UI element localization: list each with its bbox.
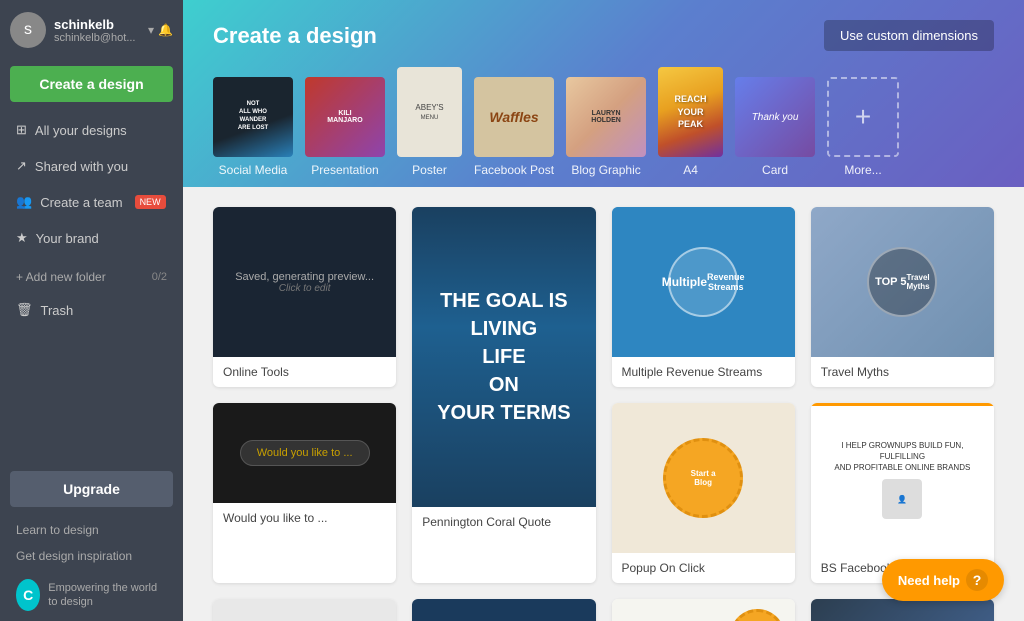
sidebar-header: s schinkelb schinkelb@hot... ▾ 🔔 <box>0 0 183 60</box>
sidebar: s schinkelb schinkelb@hot... ▾ 🔔 Create … <box>0 0 183 621</box>
design-card-bs-facebook[interactable]: I HELP GROWNUPS BUILD FUN, FULFILLINGAND… <box>811 403 994 583</box>
avatar: s <box>10 12 46 48</box>
sidebar-item-create-team[interactable]: 👥 Create a team NEW <box>0 184 183 220</box>
new-badge: NEW <box>135 195 166 209</box>
design-card-would-like[interactable]: Would you like to ... Would you like to … <box>213 403 396 583</box>
canva-branding: C Empowering the world to design <box>0 569 183 621</box>
design-thumb: 📢 Promotion <box>412 599 595 621</box>
folder-count: 0/2 <box>152 271 167 283</box>
star-icon: ★ <box>16 230 28 246</box>
design-card-promote-blog[interactable]: 📢 Promotion Promote Your Blog <box>412 599 595 621</box>
template-a4[interactable]: REACHYOURPEAK A4 <box>658 67 723 187</box>
template-label: Card <box>762 163 788 187</box>
help-icon: ? <box>966 569 988 591</box>
custom-dimensions-button[interactable]: Use custom dimensions <box>824 20 994 51</box>
need-help-label: Need help <box>898 573 960 588</box>
template-presentation[interactable]: KILIMANJARO Presentation <box>305 77 385 187</box>
sidebar-item-label: Create a team <box>40 195 122 210</box>
sidebar-item-label: Your brand <box>36 231 99 246</box>
design-title: Popup On Click <box>612 553 795 583</box>
canva-tagline: Empowering the world to design <box>48 581 167 610</box>
template-label: Presentation <box>311 163 378 187</box>
users-icon: 👥 <box>16 194 32 210</box>
design-inspiration-link[interactable]: Get design inspiration <box>0 543 183 569</box>
design-preview-btn: Would you like to ... <box>240 440 370 466</box>
design-card-travel-blog[interactable]: Start aBlogName Start a Travel Blog <box>213 599 396 621</box>
design-thumb: Saved, generating preview... Click to ed… <box>213 207 396 357</box>
sidebar-item-shared[interactable]: ↗ Shared with you <box>0 148 183 184</box>
username: schinkelb <box>54 17 140 32</box>
design-title: Online Tools <box>213 357 396 387</box>
template-card[interactable]: Thank you Card <box>735 77 815 187</box>
user-info: schinkelb schinkelb@hot... <box>54 17 140 44</box>
design-thumb: Start aBlog <box>612 403 795 553</box>
sidebar-item-your-brand[interactable]: ★ Your brand <box>0 220 183 256</box>
design-thumb: Would you like to ... <box>213 403 396 503</box>
template-label: Facebook Post <box>474 163 554 187</box>
design-thumb: PersonofAuthority 🦸‍♀️ 🦸 <box>612 599 795 621</box>
sidebar-item-all-designs[interactable]: ⊞ All your designs <box>0 112 183 148</box>
page-title: Create a design <box>213 23 377 49</box>
design-thumb: I HELP GROWNUPS BUILD FUN, FULFILLINGAND… <box>811 403 994 553</box>
add-folder-label: + Add new folder <box>16 270 106 284</box>
design-thumb: Start aBlogName <box>213 599 396 621</box>
create-design-button[interactable]: Create a design <box>10 66 173 102</box>
design-title: Travel Myths <box>811 357 994 387</box>
template-label: Poster <box>412 163 447 187</box>
design-preview-sub: Click to edit <box>235 283 374 294</box>
sidebar-spacer <box>0 328 183 461</box>
template-label: A4 <box>683 163 698 187</box>
share-icon: ↗ <box>16 158 27 174</box>
upgrade-button[interactable]: Upgrade <box>10 471 173 507</box>
design-thumb: TOP 5TravelMyths <box>811 207 994 357</box>
trash-icon: 🗑 <box>16 302 33 318</box>
add-folder[interactable]: + Add new folder 0/2 <box>0 262 183 292</box>
templates-row: NOTALL WHOWANDERARE LOST Social Media KI… <box>213 67 994 187</box>
header-icons: ▾ 🔔 <box>148 23 173 37</box>
canva-logo: C <box>16 579 40 611</box>
design-card-popup[interactable]: Start aBlog Popup On Click <box>612 403 795 583</box>
useremail: schinkelb@hot... <box>54 32 140 44</box>
template-facebook-post[interactable]: Waffles Facebook Post <box>474 77 554 187</box>
sidebar-item-trash[interactable]: 🗑 Trash <box>0 292 183 328</box>
more-icon: + <box>827 77 899 157</box>
template-social-media[interactable]: NOTALL WHOWANDERARE LOST Social Media <box>213 77 293 187</box>
sidebar-item-label: All your designs <box>35 123 127 138</box>
dropdown-icon[interactable]: ▾ <box>148 23 154 37</box>
learn-design-link[interactable]: Learn to design <box>0 517 183 543</box>
create-panel: Create a design Use custom dimensions NO… <box>183 0 1024 187</box>
design-card-online-tools[interactable]: Saved, generating preview... Click to ed… <box>213 207 396 387</box>
design-card-last[interactable]: 🎯 HOSTING <box>811 599 994 621</box>
design-card-travel-myths[interactable]: TOP 5TravelMyths Travel Myths <box>811 207 994 387</box>
sidebar-item-label: Shared with you <box>35 159 128 174</box>
template-more[interactable]: + More... <box>827 77 899 187</box>
need-help-button[interactable]: Need help ? <box>882 559 1004 601</box>
grid-icon: ⊞ <box>16 122 27 138</box>
design-card-revenue[interactable]: MultipleRevenueStreams Multiple Revenue … <box>612 207 795 387</box>
design-title: Pennington Coral Quote <box>412 507 595 537</box>
template-label: More... <box>844 163 881 187</box>
design-thumb: THE GOAL ISLIVINGLIFEONYOUR TERMS <box>412 207 595 507</box>
template-label: Social Media <box>219 163 288 187</box>
design-preview-text: Saved, generating preview... <box>235 271 374 283</box>
template-label: Blog Graphic <box>571 163 640 187</box>
design-card-pennington[interactable]: THE GOAL ISLIVINGLIFEONYOUR TERMS Pennin… <box>412 207 595 583</box>
design-title: Multiple Revenue Streams <box>612 357 795 387</box>
design-thumb: 🎯 HOSTING <box>811 599 994 621</box>
design-title: Would you like to ... <box>213 503 396 533</box>
template-blog-graphic[interactable]: LAURYNHOLDEN Blog Graphic <box>566 77 646 187</box>
design-thumb: MultipleRevenueStreams <box>612 207 795 357</box>
bell-icon[interactable]: 🔔 <box>158 23 173 37</box>
designs-grid: Saved, generating preview... Click to ed… <box>213 207 994 621</box>
main-content: Create a design Use custom dimensions NO… <box>183 0 1024 621</box>
design-card-authority[interactable]: PersonofAuthority 🦸‍♀️ 🦸 Person of Autho… <box>612 599 795 621</box>
designs-area: Saved, generating preview... Click to ed… <box>183 187 1024 621</box>
create-panel-top: Create a design Use custom dimensions <box>213 20 994 51</box>
template-poster[interactable]: ABEY'SMENU Poster <box>397 67 462 187</box>
trash-label: Trash <box>41 303 74 318</box>
